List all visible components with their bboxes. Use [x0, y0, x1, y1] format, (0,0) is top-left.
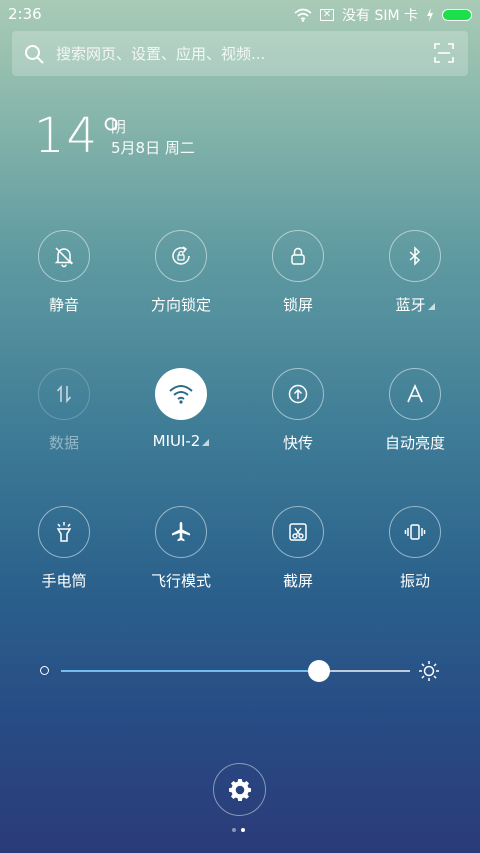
toggle-flashlight-button[interactable]	[38, 506, 90, 558]
toggle-lock-screen-button[interactable]	[272, 230, 324, 282]
mobile-data-icon	[56, 384, 72, 404]
toggle-lock-screen[interactable]: 锁屏	[239, 230, 357, 315]
toggle-wifi-button[interactable]	[155, 368, 207, 420]
toggle-auto-brightness[interactable]: 自动亮度	[356, 368, 474, 453]
toggle-bluetooth[interactable]: 蓝牙	[356, 230, 474, 315]
toggle-rotation-lock-button[interactable]	[155, 230, 207, 282]
toggle-vibrate-button[interactable]	[389, 506, 441, 558]
airplane-icon	[172, 522, 190, 542]
toggle-label: 自动亮度	[384, 434, 445, 452]
page-dot[interactable]	[232, 828, 236, 832]
toggle-flashlight[interactable]: 手电筒	[5, 506, 123, 591]
page-indicator	[232, 828, 245, 832]
charging-icon	[427, 8, 433, 22]
toggle-auto-brightness-button[interactable]	[389, 368, 441, 420]
toggle-label: 锁屏	[282, 296, 313, 314]
screenshot-icon	[289, 523, 307, 541]
toggle-mobile-data-button[interactable]	[38, 368, 90, 420]
toggle-label: 飞行模式	[150, 572, 211, 590]
lock-icon	[291, 247, 305, 265]
toggle-label: 方向锁定	[150, 296, 211, 314]
expand-indicator-icon	[427, 303, 435, 310]
brightness-slider[interactable]	[40, 658, 440, 684]
toggle-label: 蓝牙	[356, 294, 474, 315]
rotation-lock-icon	[172, 246, 190, 265]
brightness-high-icon	[419, 661, 439, 681]
weather-condition: 阴	[111, 118, 127, 136]
toggle-screenshot-button[interactable]	[272, 506, 324, 558]
toggle-rotation-lock[interactable]: 方向锁定	[122, 230, 240, 315]
wifi-status-icon	[294, 8, 312, 22]
gear-icon	[228, 778, 251, 801]
toggle-label: 数据	[48, 434, 79, 452]
brightness-thumb[interactable]	[308, 660, 331, 682]
page-dot-active[interactable]	[241, 828, 245, 832]
toggle-label: MIUI-2	[122, 432, 240, 450]
expand-indicator-icon	[202, 439, 210, 446]
status-time: 2:36	[8, 5, 42, 23]
auto-brightness-icon	[407, 384, 423, 403]
settings-button[interactable]	[213, 763, 266, 816]
search-bar[interactable]: 搜索网页、设置、应用、视频...	[12, 31, 468, 76]
scan-icon[interactable]	[434, 43, 454, 63]
quick-transfer-icon	[288, 384, 308, 404]
no-sim-icon: ✕	[320, 9, 334, 21]
weather-widget[interactable]: 14° 阴 5月8日 周二	[34, 110, 195, 162]
toggle-mute-button[interactable]	[38, 230, 90, 282]
bluetooth-icon	[409, 246, 421, 266]
toggle-label: 快传	[282, 434, 313, 452]
toggle-mobile-data[interactable]: 数据	[5, 368, 123, 453]
status-icons: ✕ 没有 SIM 卡	[294, 5, 472, 25]
sim-status-text: 没有 SIM 卡	[342, 8, 418, 24]
search-placeholder: 搜索网页、设置、应用、视频...	[56, 45, 266, 63]
toggle-wifi[interactable]: MIUI-2	[122, 368, 240, 450]
toggle-screenshot[interactable]: 截屏	[239, 506, 357, 591]
toggle-airplane[interactable]: 飞行模式	[122, 506, 240, 591]
toggle-mute[interactable]: 静音	[5, 230, 123, 315]
vibrate-icon	[404, 524, 426, 540]
toggle-airplane-button[interactable]	[155, 506, 207, 558]
battery-icon	[442, 9, 472, 21]
toggle-bluetooth-button[interactable]	[389, 230, 441, 282]
search-icon	[25, 44, 44, 64]
toggle-label: 手电筒	[41, 572, 87, 590]
toggle-label: 静音	[48, 296, 79, 314]
wifi-icon	[169, 385, 193, 404]
weather-date: 5月8日 周二	[111, 139, 195, 157]
battery-level-fill	[443, 10, 471, 20]
toggle-label-text: MIUI-2	[152, 432, 201, 450]
toggle-quick-transfer[interactable]: 快传	[239, 368, 357, 453]
brightness-fill	[61, 670, 320, 672]
toggle-label-text: 蓝牙	[395, 296, 426, 314]
toggle-quick-transfer-button[interactable]	[272, 368, 324, 420]
toggle-label: 振动	[399, 572, 430, 590]
mute-bell-icon	[54, 247, 74, 268]
flashlight-icon	[56, 522, 72, 542]
status-bar: 2:36 ✕ 没有 SIM 卡	[0, 0, 480, 28]
brightness-low-icon	[40, 666, 49, 675]
toggle-label: 截屏	[282, 572, 313, 590]
toggle-vibrate[interactable]: 振动	[356, 506, 474, 591]
